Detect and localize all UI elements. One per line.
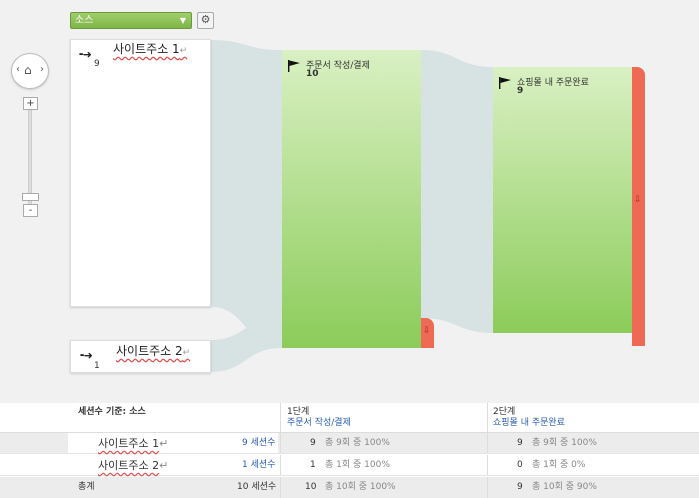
table-header-basis: 세션수 기준: 소스 xyxy=(78,407,146,417)
table-row-step1-value: 9 xyxy=(310,438,316,448)
table-row[interactable]: 사이트주소 2↵ 1 세션수 1 총 1회 중 100% 0 총 1회 중 0% xyxy=(0,455,699,476)
table-row[interactable]: 사이트주소 1↵ 9 세션수 9 총 9회 중 100% 9 총 9회 중 10… xyxy=(0,433,699,454)
table-total-label: 총계 xyxy=(78,482,95,492)
table-total-step1-value: 10 xyxy=(305,482,317,492)
source-node-2-label: 사이트주소 2↵ xyxy=(116,344,191,358)
table-total-row: 총계 10 세션수 10 총 10회 중 100% 9 총 10회 중 90% xyxy=(0,477,699,498)
pan-right-icon[interactable]: › xyxy=(40,64,44,75)
table-row-step2-note: 총 9회 중 100% xyxy=(532,438,597,448)
funnel-step-1[interactable]: 주문서 작성/결제 10 xyxy=(282,50,421,348)
home-icon[interactable]: ⌂ xyxy=(24,63,32,77)
table-row-sessions[interactable]: 9 세션수 xyxy=(242,433,275,453)
table-row-sessions[interactable]: 1 세션수 xyxy=(242,455,275,475)
pan-control[interactable]: ‹ ⌂ › xyxy=(11,53,49,89)
table-total-step2-note: 총 10회 중 90% xyxy=(532,482,597,492)
table-row-step1-note: 총 1회 중 100% xyxy=(325,460,390,470)
table-row-step1-note: 총 9회 중 100% xyxy=(325,438,390,448)
entrance-arrow-icon: ╺➜ xyxy=(76,48,92,61)
zoom-in-button[interactable]: + xyxy=(23,97,38,110)
exit-arrow-icon: ⇩ xyxy=(423,326,431,336)
table-row-step2-note: 총 1회 중 0% xyxy=(532,460,586,470)
exit-arrow-icon: ⇩ xyxy=(634,195,642,205)
funnel-step-1-value: 10 xyxy=(306,69,319,79)
table-total-step2-value: 9 xyxy=(517,482,523,492)
table-row-step2-value: 0 xyxy=(517,460,523,470)
table-total-sessions: 10 세션수 xyxy=(237,482,277,492)
funnel-step-2-value: 9 xyxy=(517,86,524,96)
source-node-1-count: 9 xyxy=(94,59,100,69)
zoom-out-button[interactable]: - xyxy=(23,204,38,217)
settings-button[interactable]: ⚙ xyxy=(197,12,214,29)
zoom-slider-track[interactable] xyxy=(28,108,32,206)
table-row-step2-value: 9 xyxy=(517,438,523,448)
funnel-step-2-exit[interactable]: ⇩ xyxy=(632,67,645,346)
chevron-down-icon: ▼ xyxy=(179,16,186,25)
table-header: 세션수 기준: 소스 1단계 주문서 작성/결제 2단계 쇼핑몰 내 주문완료 xyxy=(0,403,699,433)
funnel-table: 세션수 기준: 소스 1단계 주문서 작성/결제 2단계 쇼핑몰 내 주문완료 … xyxy=(0,403,699,498)
source-node-2-count: 1 xyxy=(94,361,100,371)
flag-icon xyxy=(499,77,511,89)
entrance-arrow-icon: ╺➜ xyxy=(77,349,93,362)
flow-visualization: 소스 ▼ ⚙ ‹ ⌂ › + - 사이트주소 1↵ ╺➜ 9 사이트주소 2↵ … xyxy=(0,0,699,403)
funnel-step-2-label: 쇼핑몰 내 주문완료 xyxy=(517,78,589,88)
source-node-2[interactable]: 사이트주소 2↵ ╺➜ 1 xyxy=(70,340,211,373)
dimension-select[interactable]: 소스 ▼ xyxy=(70,12,192,29)
source-node-1-label: 사이트주소 1↵ xyxy=(113,42,188,56)
gear-icon: ⚙ xyxy=(200,13,211,26)
funnel-step-2[interactable]: 쇼핑몰 내 주문완료 9 xyxy=(493,67,632,333)
dimension-select-label: 소스 xyxy=(75,15,94,26)
table-row-step1-value: 1 xyxy=(310,460,316,470)
pan-left-icon[interactable]: ‹ xyxy=(16,64,20,75)
source-node-1[interactable]: 사이트주소 1↵ ╺➜ 9 xyxy=(70,39,211,307)
flow-step1-to-step2 xyxy=(421,50,493,333)
table-total-step1-note: 총 10회 중 100% xyxy=(325,482,396,492)
flag-icon xyxy=(288,60,300,72)
funnel-step-1-exit[interactable]: ⇩ xyxy=(421,318,434,348)
zoom-slider-handle[interactable] xyxy=(22,193,39,201)
flow-source1-to-step1 xyxy=(211,40,282,348)
